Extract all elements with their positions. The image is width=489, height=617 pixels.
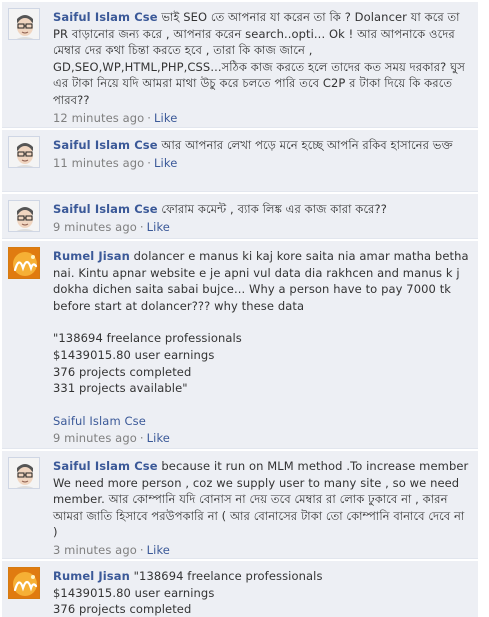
avatar-portrait-icon [9, 201, 39, 231]
comment-meta: 9 minutes ago · Like [53, 219, 472, 236]
comment-text: ফোরাম কমেন্ট , ব্যাক লিঙ্ক এর কাজ কারা ক… [161, 202, 387, 216]
like-link[interactable]: Like [147, 543, 170, 557]
avatar[interactable] [8, 457, 40, 489]
comment-text: ভাই SEO তে আপনার যা করেন তা কি ? Dolance… [53, 10, 465, 107]
avatar-portrait-icon [9, 137, 39, 167]
avatar-logo-icon [9, 568, 39, 598]
comment-timestamp[interactable]: 3 minutes ago [53, 543, 137, 557]
comment-content: Saiful Islam Cse because it run on MLM m… [53, 458, 472, 559]
comment-thread: Saiful Islam Cse ভাই SEO তে আপনার যা করে… [0, 0, 480, 617]
like-link[interactable]: Like [147, 431, 170, 445]
comment-author-link[interactable]: Rumel Jisan [53, 249, 130, 263]
meta-separator: · [147, 110, 152, 125]
avatar[interactable] [8, 200, 40, 232]
meta-separator: · [147, 155, 152, 170]
avatar-logo-icon [9, 248, 39, 278]
meta-separator: · [139, 542, 144, 557]
comment-content: Saiful Islam Cse ফোরাম কমেন্ট , ব্যাক লি… [53, 201, 472, 235]
like-link[interactable]: Like [154, 156, 177, 170]
comment-timestamp[interactable]: 12 minutes ago [53, 111, 144, 125]
comment-author-link[interactable]: Saiful Islam Cse [53, 138, 158, 152]
comment-item: Saiful Islam Cse আর আপনার লেখা পড়ে মনে … [2, 130, 478, 192]
mention-link[interactable]: Saiful Islam Cse [53, 413, 472, 430]
comment-meta: 12 minutes ago · Like [53, 110, 472, 127]
comment-timestamp[interactable]: 11 minutes ago [53, 156, 144, 170]
comment-item: Saiful Islam Cse ভাই SEO তে আপনার যা করে… [2, 2, 478, 128]
comment-item: Rumel Jisan "138694 freelance profession… [2, 561, 478, 617]
comment-author-link[interactable]: Rumel Jisan [53, 569, 130, 583]
comment-author-link[interactable]: Saiful Islam Cse [53, 202, 158, 216]
avatar[interactable] [8, 136, 40, 168]
comment-meta: 3 minutes ago · Like [53, 542, 472, 559]
comment-content: Saiful Islam Cse ভাই SEO তে আপনার যা করে… [53, 9, 472, 126]
meta-separator: · [139, 219, 144, 234]
comment-author-link[interactable]: Saiful Islam Cse [53, 10, 158, 24]
comment-item: Saiful Islam Cse because it run on MLM m… [2, 451, 478, 559]
comment-text: আর আপনার লেখা পড়ে মনে হচ্ছে আপনি রকিব হ… [161, 138, 453, 152]
comment-item: Rumel Jisan dolancer e manus ki kaj kore… [2, 241, 478, 449]
avatar[interactable] [8, 8, 40, 40]
avatar-portrait-icon [9, 458, 39, 488]
comment-meta: 11 minutes ago · Like [53, 155, 472, 172]
avatar[interactable] [8, 247, 40, 279]
quoted-stats: "138694 freelance professionals $1439015… [53, 331, 242, 396]
comment-timestamp[interactable]: 9 minutes ago [53, 431, 137, 445]
like-link[interactable]: Like [147, 220, 170, 234]
comment-author-link[interactable]: Saiful Islam Cse [53, 459, 158, 473]
comment-content: Rumel Jisan dolancer e manus ki kaj kore… [53, 248, 472, 447]
like-link[interactable]: Like [154, 111, 177, 125]
comment-timestamp[interactable]: 9 minutes ago [53, 220, 137, 234]
comment-content: Rumel Jisan "138694 freelance profession… [53, 568, 472, 617]
avatar[interactable] [8, 567, 40, 599]
comment-content: Saiful Islam Cse আর আপনার লেখা পড়ে মনে … [53, 137, 472, 171]
avatar-portrait-icon [9, 9, 39, 39]
comment-item: Saiful Islam Cse ফোরাম কমেন্ট , ব্যাক লি… [2, 194, 478, 239]
meta-separator: · [139, 431, 144, 446]
comment-meta: 9 minutes ago · Like [53, 430, 472, 447]
